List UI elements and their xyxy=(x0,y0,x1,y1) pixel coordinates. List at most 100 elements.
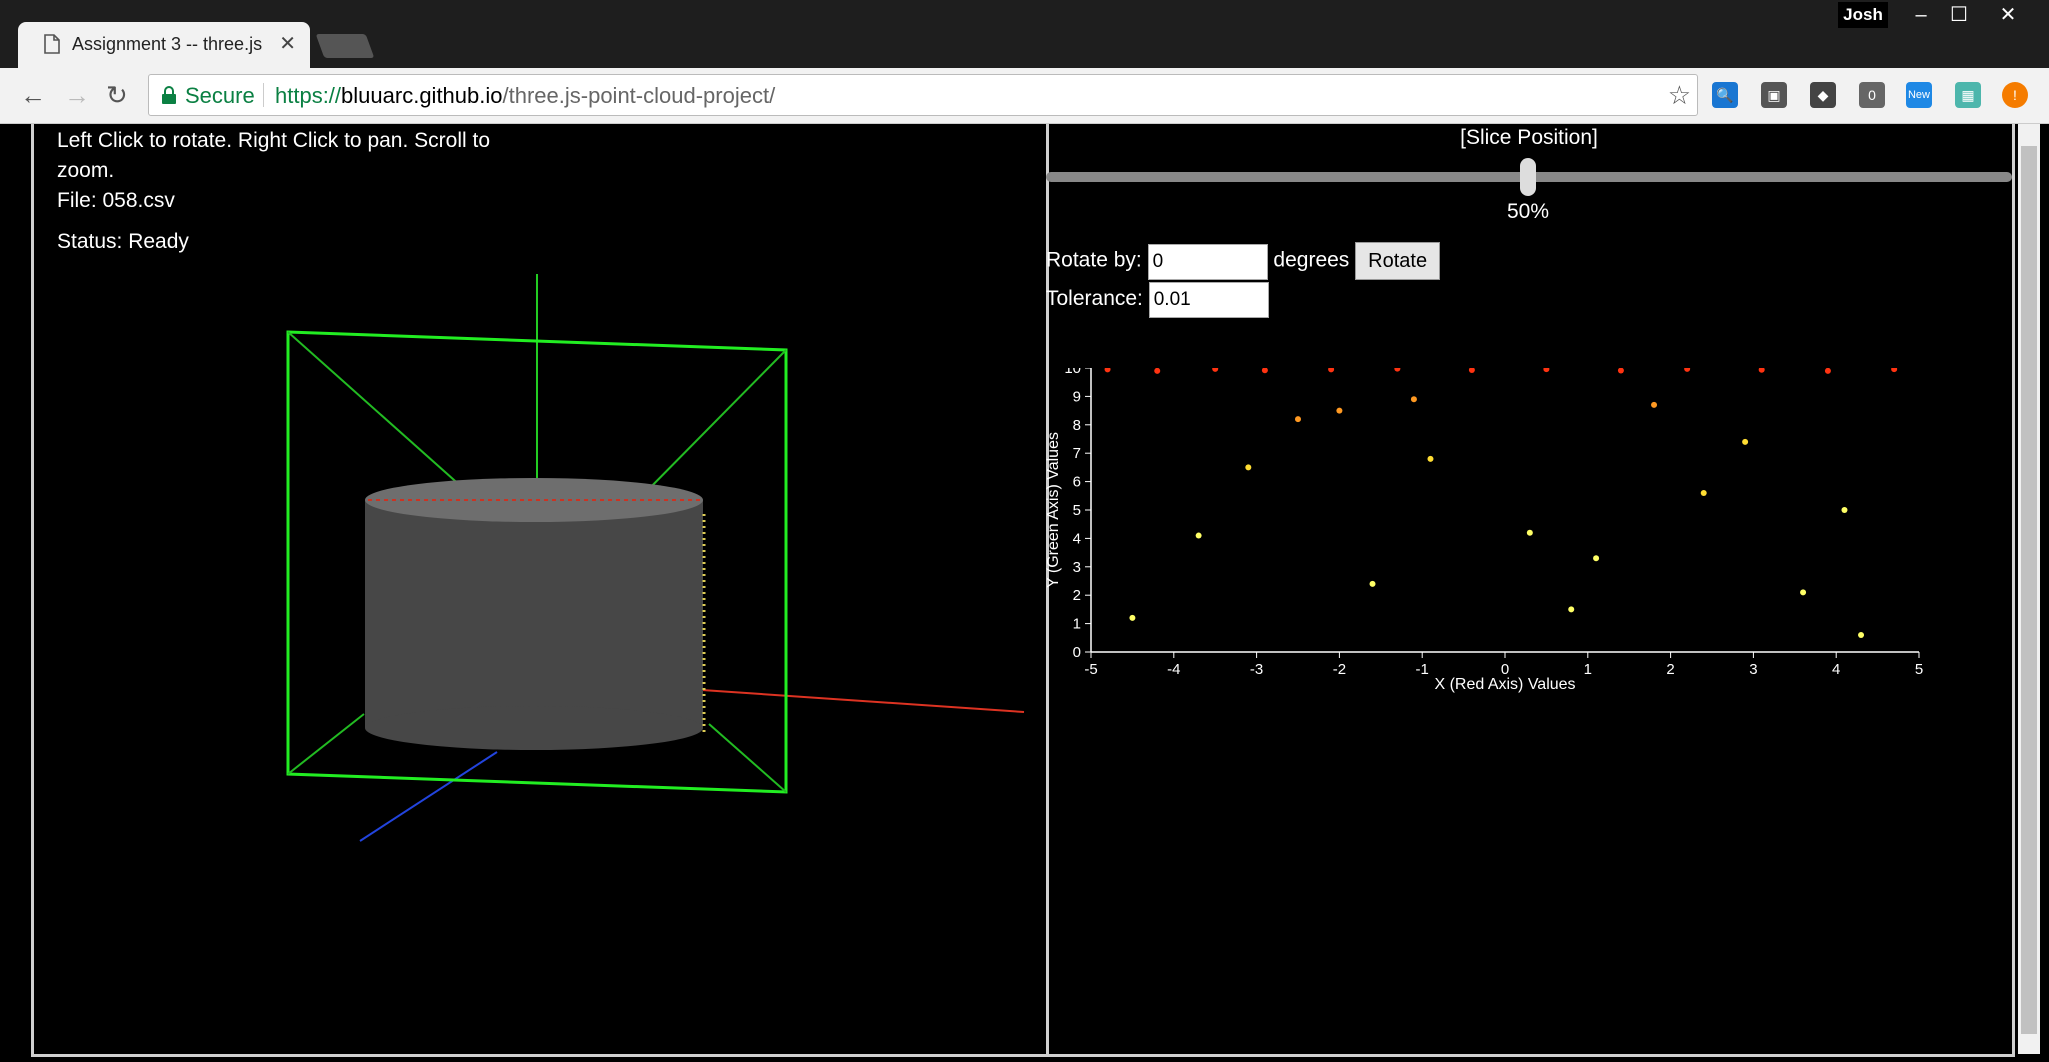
scatter-point xyxy=(1154,368,1161,374)
scatter-point xyxy=(1617,368,1624,374)
page-content: Left Click to rotate. Right Click to pan… xyxy=(0,124,2049,1062)
address-divider xyxy=(263,83,264,107)
scatter-point xyxy=(1104,368,1111,373)
scatter-point xyxy=(1684,368,1691,372)
x-tick-label: 3 xyxy=(1749,661,1757,678)
slice-scatter-chart: -5 -4 -3 -2 -1 0 1 2 3 4 5 0 1 2 3 4 5 6 7 8 9 10 X (Red Axi… xyxy=(1046,368,1923,693)
z-axis-line xyxy=(359,751,498,842)
scatter-point xyxy=(1369,580,1376,587)
address-bar[interactable]: Secure https://bluuarc.github.io/three.j… xyxy=(148,74,1698,116)
scatter-point xyxy=(1651,401,1658,408)
scrollbar-thumb[interactable] xyxy=(2021,146,2037,1034)
scatter-point xyxy=(1328,368,1335,373)
scatter-point xyxy=(1841,507,1848,513)
x-tick-label: -2 xyxy=(1333,661,1346,678)
y-tick-label: 4 xyxy=(1073,530,1081,547)
rotate-row: Rotate by: degrees Rotate xyxy=(1046,242,1441,280)
extension-ghostery-icon[interactable]: 0 xyxy=(1859,82,1885,108)
y-tick-label: 9 xyxy=(1073,388,1081,405)
x-tick-label: -3 xyxy=(1250,661,1263,678)
page-icon xyxy=(44,34,60,54)
maximize-icon[interactable]: ☐ xyxy=(1936,0,1982,30)
point-cloud-cylinder xyxy=(365,500,703,728)
box-edge xyxy=(287,331,473,497)
y-tick-label: 2 xyxy=(1073,587,1081,604)
scatter-point xyxy=(1758,368,1765,373)
url-host: bluuarc.github.io xyxy=(341,83,503,108)
close-window-icon[interactable]: ✕ xyxy=(1985,0,2031,30)
rotate-button[interactable]: Rotate xyxy=(1355,242,1441,280)
scatter-point xyxy=(1526,529,1533,536)
url-path: /three.js-point-cloud-project/ xyxy=(502,83,776,108)
security-label: Secure xyxy=(185,83,255,108)
box-edge xyxy=(635,349,787,503)
y-tick-label: 5 xyxy=(1073,502,1081,519)
cylinder-top xyxy=(365,478,703,522)
x-tick-label: 5 xyxy=(1915,661,1923,678)
scatter-point xyxy=(1394,368,1401,372)
reload-icon[interactable]: ↻ xyxy=(106,80,128,111)
scatter-point xyxy=(1212,368,1219,372)
x-tick-label: -4 xyxy=(1167,661,1180,678)
slice-slider-thumb[interactable] xyxy=(1520,158,1536,196)
tolerance-input[interactable] xyxy=(1148,282,1269,318)
tolerance-row: Tolerance: xyxy=(1046,282,1269,318)
x-tick-label: -5 xyxy=(1084,661,1097,678)
browser-toolbar: ← → ↻ Secure https://bluuarc.github.io/t… xyxy=(0,68,2049,124)
profile-button[interactable]: Josh xyxy=(1838,2,1888,28)
browser-tab[interactable]: Assignment 3 -- three.js ✕ xyxy=(18,22,310,68)
x-ticks: -5 -4 -3 -2 -1 0 1 2 3 4 5 xyxy=(1084,652,1923,678)
x-tick-label: -1 xyxy=(1416,661,1429,678)
3d-scene[interactable] xyxy=(34,124,1040,1044)
x-tick-label: 1 xyxy=(1584,661,1592,678)
extension-teal-icon[interactable]: ▦ xyxy=(1955,82,1981,108)
close-tab-icon[interactable]: ✕ xyxy=(279,31,296,56)
rotate-input[interactable] xyxy=(1147,243,1268,280)
extension-badge-icon[interactable]: ▣ xyxy=(1761,82,1787,108)
scatter-point xyxy=(1700,489,1707,496)
scatter-point xyxy=(1568,606,1575,613)
box-edge xyxy=(287,713,365,775)
lock-icon xyxy=(162,86,176,104)
forward-icon[interactable]: → xyxy=(64,80,90,111)
x-axis-line xyxy=(701,689,1025,713)
extension-new-icon[interactable]: New xyxy=(1906,82,1932,108)
slice-title: [Slice Position] xyxy=(1460,126,1598,149)
x-tick-label: 2 xyxy=(1666,661,1674,678)
box-edge xyxy=(708,723,787,793)
new-tab-button[interactable] xyxy=(315,34,375,58)
scatter-point xyxy=(1245,464,1252,471)
y-tick-label: 7 xyxy=(1073,445,1081,462)
extension-new-label: New xyxy=(1907,89,1930,101)
menu-alert-icon[interactable]: ! xyxy=(2002,82,2028,108)
slice-panel: [Slice Position] 50% Rotate by: degrees … xyxy=(1046,124,2015,1057)
scatter-point xyxy=(1468,368,1475,373)
x-axis-label: X (Red Axis) Values xyxy=(1434,676,1575,693)
scatter-point xyxy=(1858,631,1865,638)
scatter-point xyxy=(1129,614,1136,621)
rotate-label: Rotate by: xyxy=(1046,248,1142,272)
extension-ublock-icon[interactable]: ◆ xyxy=(1810,82,1836,108)
browser-titlebar: Assignment 3 -- three.js ✕ Josh ‒ ☐ ✕ xyxy=(0,0,2049,68)
scatter-point xyxy=(1543,368,1550,373)
y-tick-label: 0 xyxy=(1073,644,1081,661)
scatter-points xyxy=(1104,368,1898,638)
scatter-point xyxy=(1295,416,1301,423)
tab-title: Assignment 3 -- three.js xyxy=(72,34,263,54)
scatter-point xyxy=(1891,368,1898,373)
y-tick-label: 6 xyxy=(1073,474,1081,491)
extension-lens-icon[interactable]: 🔍 xyxy=(1712,82,1738,108)
back-icon[interactable]: ← xyxy=(20,80,46,111)
scatter-point xyxy=(1427,455,1434,462)
scrollbar[interactable] xyxy=(2018,124,2040,1054)
url-text[interactable]: https://bluuarc.github.io/three.js-point… xyxy=(275,83,775,109)
y-tick-label: 3 xyxy=(1073,559,1081,576)
point-cloud-viewer[interactable]: Left Click to rotate. Right Click to pan… xyxy=(31,124,1049,1057)
y-tick-label: 8 xyxy=(1073,417,1081,434)
y-tick-label: 10 xyxy=(1064,368,1081,377)
scatter-point xyxy=(1824,368,1831,374)
y-tick-label: 1 xyxy=(1073,616,1081,633)
bookmark-star-icon[interactable]: ☆ xyxy=(1668,80,1691,111)
degrees-label: degrees xyxy=(1273,248,1350,272)
scatter-point xyxy=(1336,407,1343,414)
